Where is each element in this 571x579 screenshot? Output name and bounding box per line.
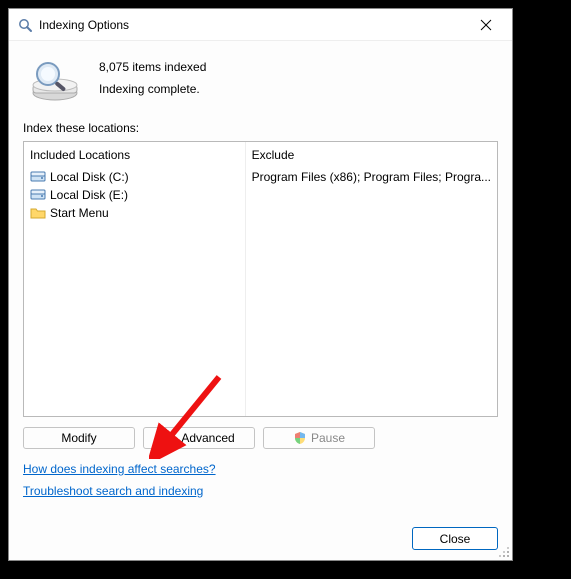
- shield-icon: [293, 431, 307, 445]
- magnifier-drive-icon: [27, 55, 83, 103]
- exclude-header: Exclude: [252, 146, 491, 168]
- locations-label: Index these locations:: [23, 121, 498, 135]
- location-label: Local Disk (E:): [50, 187, 128, 203]
- title-bar: Indexing Options: [9, 9, 512, 41]
- buttons-row: Modify Advanced Pause: [23, 427, 498, 449]
- pause-button: Pause: [263, 427, 375, 449]
- included-header: Included Locations: [30, 146, 239, 168]
- content-area: 8,075 items indexed Indexing complete. I…: [9, 41, 512, 560]
- advanced-button[interactable]: Advanced: [143, 427, 255, 449]
- app-icon: [17, 17, 33, 33]
- indexed-count: 8,075 items indexed: [99, 57, 206, 79]
- drive-icon: [30, 170, 46, 184]
- indexing-state: Indexing complete.: [99, 79, 206, 101]
- close-icon[interactable]: [466, 11, 506, 39]
- modify-button[interactable]: Modify: [23, 427, 135, 449]
- location-label: Local Disk (C:): [50, 169, 129, 185]
- indexing-options-window: Indexing Options 8,075 items ind: [8, 8, 513, 561]
- help-links: How does indexing affect searches? Troub…: [23, 459, 498, 502]
- location-label: Start Menu: [50, 205, 109, 221]
- exclude-value: [252, 188, 491, 190]
- exclude-value: Program Files (x86); Program Files; Prog…: [252, 168, 491, 186]
- list-item[interactable]: Local Disk (E:): [30, 186, 239, 204]
- list-item[interactable]: Local Disk (C:): [30, 168, 239, 186]
- how-indexing-link[interactable]: How does indexing affect searches?: [23, 459, 216, 481]
- footer: Close: [23, 517, 498, 550]
- folder-icon: [30, 206, 46, 220]
- list-item[interactable]: Start Menu: [30, 204, 239, 222]
- window-title: Indexing Options: [39, 18, 466, 32]
- status-area: 8,075 items indexed Indexing complete.: [23, 55, 498, 103]
- close-button[interactable]: Close: [412, 527, 498, 550]
- shield-icon: [163, 431, 177, 445]
- locations-list: Included Locations Local Disk (C:) Local…: [23, 141, 498, 417]
- resize-grip-icon[interactable]: [498, 546, 510, 558]
- troubleshoot-link[interactable]: Troubleshoot search and indexing: [23, 481, 203, 503]
- drive-icon: [30, 188, 46, 202]
